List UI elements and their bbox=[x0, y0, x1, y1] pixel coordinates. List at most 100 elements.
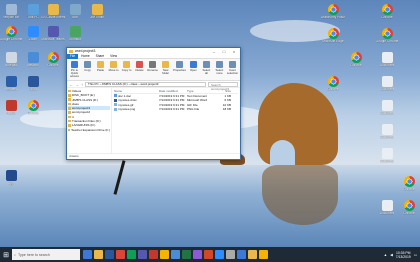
ribbon-button[interactable]: Select all bbox=[201, 60, 212, 79]
column-header-size[interactable]: Size bbox=[211, 89, 231, 93]
file-explorer-window[interactable]: word.project3 – □ × File Home Share View… bbox=[66, 47, 241, 160]
desktop-icon-label: Document bbox=[379, 136, 395, 139]
desktop-icon[interactable]: Microsoft Edge bbox=[322, 28, 344, 44]
taskbar-app-icon[interactable] bbox=[171, 250, 180, 259]
desktop-icon-label: Astronomy Picture of... bbox=[321, 16, 345, 19]
nav-pane-item[interactable]: Teacher Expansion Drive (F:) bbox=[68, 128, 110, 132]
document-icon bbox=[381, 76, 393, 87]
desktop-icon[interactable]: Chrome bbox=[22, 100, 44, 116]
ribbon-button[interactable]: Copy to bbox=[121, 60, 132, 79]
desktop-icon[interactable]: Microsoft Teams bbox=[41, 26, 65, 42]
tab-view[interactable]: View bbox=[107, 54, 120, 59]
desktop-icon[interactable]: Document bbox=[376, 200, 398, 216]
taskbar-app-icon[interactable] bbox=[160, 250, 169, 259]
ribbon-button[interactable]: Delete bbox=[134, 60, 145, 79]
ribbon-icon bbox=[228, 61, 236, 68]
search-input[interactable]: Search word.project3 bbox=[208, 81, 238, 91]
desktop-icon[interactable]: Document bbox=[376, 124, 398, 140]
ribbon-button[interactable]: Properties bbox=[173, 60, 186, 79]
ribbon-button[interactable]: Pin to Quick access bbox=[69, 60, 80, 79]
minimize-button[interactable]: – bbox=[210, 49, 218, 54]
address-bar[interactable]: This PC › JIMB'S CLASS (D:) › class › word.… bbox=[85, 81, 206, 87]
taskbar-app-icon[interactable] bbox=[237, 250, 246, 259]
taskbar-app-icon[interactable] bbox=[182, 250, 191, 259]
column-header-name[interactable]: Name bbox=[114, 89, 159, 93]
notification-icon[interactable]: ▭ bbox=[414, 253, 417, 257]
taskbar-app-icon[interactable] bbox=[83, 250, 92, 259]
breadcrumb-item[interactable]: JIMB'S CLASS (D:) bbox=[102, 82, 128, 86]
desktop-icon[interactable]: Chrome bbox=[398, 200, 420, 216]
desktop-icon[interactable]: Astronomy Picture of... bbox=[321, 4, 345, 20]
tab-share[interactable]: Share bbox=[93, 54, 108, 59]
ribbon-button[interactable]: Copy bbox=[82, 60, 93, 79]
desktop-icon-label: This PC bbox=[27, 16, 39, 19]
breadcrumb-item[interactable]: This PC bbox=[88, 82, 99, 86]
ribbon-button[interactable]: Select none bbox=[214, 60, 225, 79]
ribbon-button[interactable]: Open bbox=[188, 60, 199, 79]
taskbar-app-icon[interactable] bbox=[94, 250, 103, 259]
taskbar-app-icon[interactable] bbox=[138, 250, 147, 259]
back-icon[interactable]: ← bbox=[69, 82, 73, 87]
taskbar-search-box[interactable]: ⌕ Type here to search bbox=[12, 249, 80, 260]
desktop-icon[interactable]: Document bbox=[376, 76, 398, 92]
desktop-icon[interactable]: Chrome bbox=[42, 52, 64, 68]
ribbon-button[interactable]: Invert selection bbox=[227, 60, 238, 79]
desktop-icon[interactable]: Chrome bbox=[345, 52, 367, 68]
desktop-icon[interactable]: Notepad bbox=[0, 52, 22, 68]
breadcrumb-item[interactable]: word.project3 bbox=[140, 82, 158, 86]
desktop-icon[interactable]: Recycle Bin bbox=[0, 4, 22, 20]
close-button[interactable]: × bbox=[230, 49, 238, 54]
taskbar-app-icon[interactable] bbox=[204, 250, 213, 259]
chrome-icon bbox=[5, 26, 17, 37]
ribbon-button[interactable]: New folder bbox=[160, 60, 171, 79]
file-row[interactable]: mynotes.png 7/13/2019 9:31 PM PNG File 18 K… bbox=[114, 107, 238, 112]
desktop-icon-label: Headers bbox=[4, 88, 18, 91]
desktop-icon[interactable]: Google Chrome bbox=[376, 28, 398, 44]
start-button[interactable]: ⊞ bbox=[0, 247, 12, 262]
desktop-icon[interactable]: App bbox=[0, 170, 22, 186]
desktop-icon[interactable]: Chrome bbox=[398, 176, 420, 192]
desktop-icon[interactable]: Document bbox=[376, 52, 398, 68]
network-icon[interactable]: ▲ bbox=[384, 253, 387, 257]
column-header-type[interactable]: Type bbox=[187, 89, 211, 92]
desktop-icon-label: Google Chrome bbox=[375, 40, 399, 43]
tab-file[interactable]: File bbox=[67, 53, 79, 59]
desktop-icon-label: Chrome bbox=[327, 88, 339, 91]
desktop-icon[interactable]: Google Chrome bbox=[0, 26, 22, 42]
clock[interactable]: 10:35 PM 7/13/2019 bbox=[396, 251, 411, 259]
desktop-icon[interactable]: Network bbox=[22, 52, 44, 68]
file-icon bbox=[114, 98, 117, 102]
taskbar-app-icon[interactable] bbox=[259, 250, 268, 259]
taskbar-app-icon[interactable] bbox=[215, 250, 224, 259]
taskbar-app-icon[interactable] bbox=[248, 250, 257, 259]
desktop-icon[interactable]: Shortcut bbox=[64, 26, 86, 42]
nav-pane-item-label: Teacher Expansion Drive (F:) bbox=[71, 127, 110, 132]
desktop-icon[interactable]: Chrome bbox=[322, 76, 344, 92]
forward-icon[interactable]: → bbox=[75, 82, 79, 87]
desktop-icon[interactable]: Harbor bbox=[0, 100, 22, 116]
ribbon-button[interactable]: Paste bbox=[95, 60, 106, 79]
desktop-icon[interactable]: GS Cavite Internet bbox=[41, 4, 65, 20]
desktop-icon[interactable]: Document bbox=[376, 148, 398, 164]
shield-icon bbox=[5, 100, 17, 111]
taskbar-app-icon[interactable] bbox=[116, 250, 125, 259]
column-header-date[interactable]: Date modified bbox=[159, 89, 187, 92]
taskbar-app-icon[interactable] bbox=[193, 250, 202, 259]
volume-icon[interactable]: ◀ bbox=[390, 253, 393, 257]
tab-home[interactable]: Home bbox=[78, 54, 93, 59]
desktop-icon[interactable]: Headers bbox=[0, 76, 22, 92]
maximize-button[interactable]: □ bbox=[220, 49, 228, 54]
desktop-icon[interactable]: Document bbox=[376, 100, 398, 116]
desktop-icon[interactable]: Chrome bbox=[376, 4, 398, 20]
ribbon-button[interactable]: Rename bbox=[147, 60, 158, 79]
desktop-icon[interactable]: Joe Smith bbox=[86, 4, 108, 20]
breadcrumb-item[interactable]: class bbox=[131, 82, 138, 86]
ribbon-button[interactable]: Move to bbox=[108, 60, 119, 79]
taskbar-app-icon[interactable] bbox=[127, 250, 136, 259]
desktop-icon[interactable]: Word bbox=[22, 76, 44, 92]
desktop-icon[interactable]: Icon bbox=[64, 4, 86, 20]
taskbar-app-icon[interactable] bbox=[105, 250, 114, 259]
taskbar-app-icon[interactable] bbox=[226, 250, 235, 259]
up-icon[interactable]: ↑ bbox=[81, 82, 83, 87]
taskbar-app-icon[interactable] bbox=[149, 250, 158, 259]
